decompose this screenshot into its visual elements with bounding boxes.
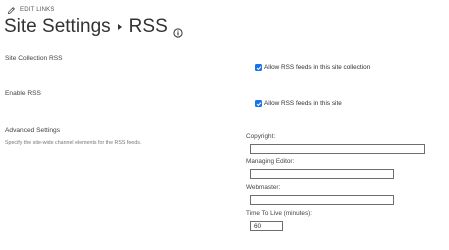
webmaster-label: Webmaster: — [246, 184, 281, 191]
allow-rss-site-collection-row[interactable]: Allow RSS feeds in this site collection — [255, 64, 370, 71]
breadcrumb-site-settings[interactable]: Site Settings — [4, 16, 111, 38]
time-to-live-label: Time To Live (minutes): — [246, 210, 313, 217]
page-title: Site Settings RSS — [4, 14, 183, 40]
copyright-input[interactable] — [250, 144, 425, 154]
webmaster-input[interactable] — [250, 195, 394, 205]
managing-editor-label: Managing Editor: — [246, 158, 295, 165]
allow-rss-site-collection-label: Allow RSS feeds in this site collection — [264, 64, 371, 71]
allow-rss-site-row[interactable]: Allow RSS feeds in this site — [255, 100, 342, 107]
allow-rss-site-label: Allow RSS feeds in this site — [264, 100, 342, 107]
edit-links-label: EDIT LINKS — [20, 7, 55, 13]
breadcrumb-current-rss: RSS — [128, 16, 168, 37]
advanced-settings-description: Specify the site-wide channel elements f… — [5, 140, 142, 146]
section-title-enable-rss: Enable RSS — [5, 90, 41, 97]
section-title-site-collection-rss: Site Collection RSS — [5, 55, 63, 62]
info-icon[interactable] — [173, 22, 183, 38]
allow-rss-site-collection-checkbox[interactable] — [255, 64, 262, 71]
breadcrumb-separator-icon — [117, 24, 122, 30]
managing-editor-input[interactable] — [250, 169, 394, 179]
section-title-advanced-settings: Advanced Settings — [5, 127, 60, 134]
time-to-live-input[interactable] — [250, 221, 283, 231]
allow-rss-site-checkbox[interactable] — [255, 100, 262, 107]
copyright-label: Copyright: — [246, 133, 276, 140]
